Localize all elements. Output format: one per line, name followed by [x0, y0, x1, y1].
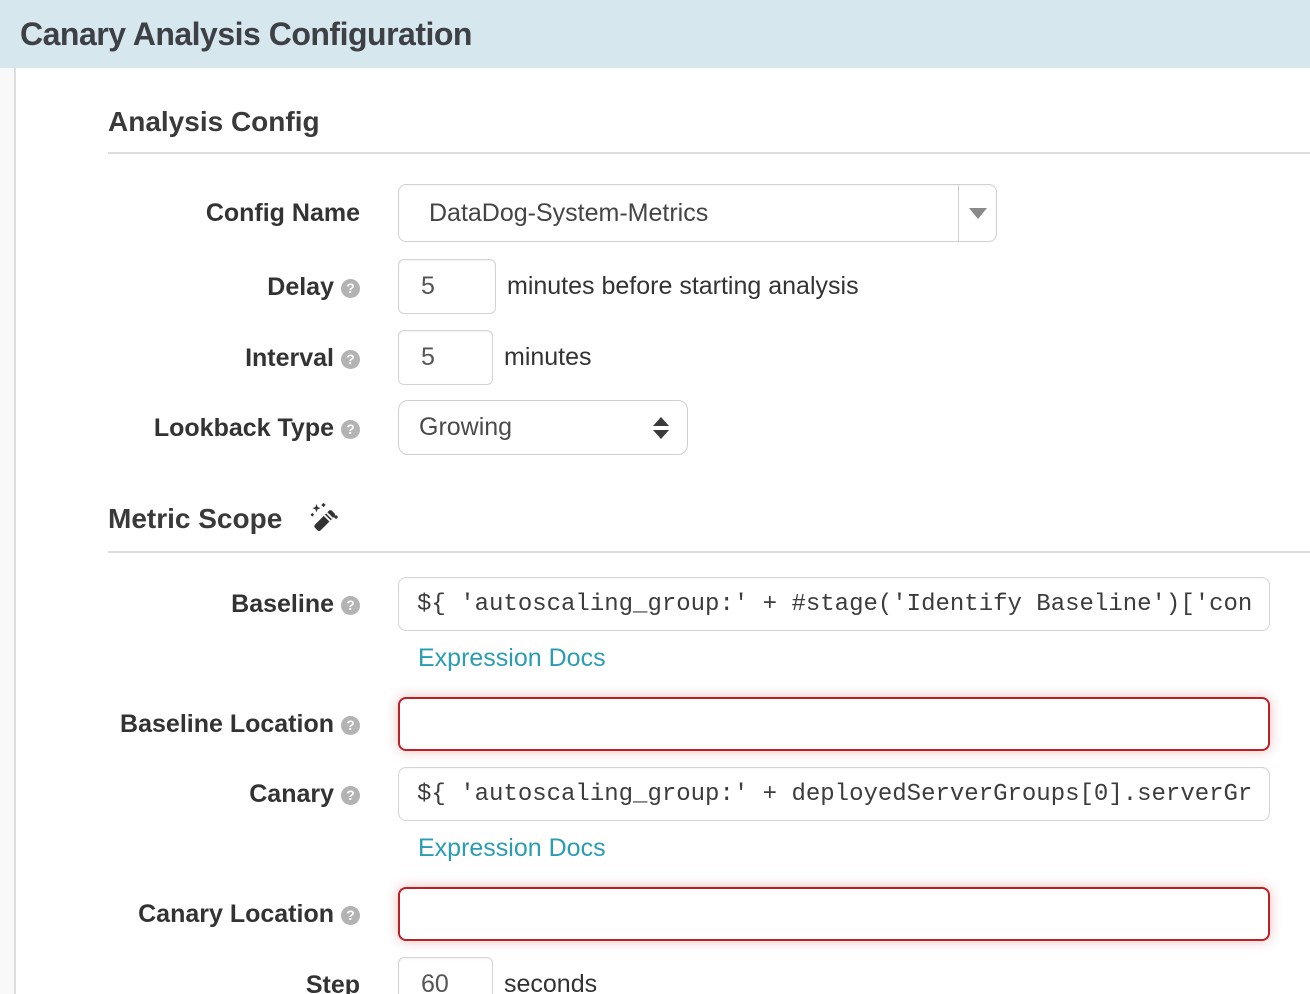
page-title: Canary Analysis Configuration — [20, 16, 472, 53]
section-title-metric-scope: Metric Scope — [108, 501, 1310, 537]
section-title-analysis-config: Analysis Config — [108, 106, 1310, 138]
canary-location-row: Canary Location? — [18, 887, 1310, 941]
dropdown-caret-icon[interactable] — [958, 185, 996, 241]
step-label: Step — [18, 970, 360, 994]
canary-row: Canary? Expression Docs — [18, 767, 1310, 867]
magic-wand-icon[interactable] — [308, 501, 344, 537]
step-suffix: seconds — [504, 970, 597, 994]
canary-label: Canary? — [18, 767, 360, 809]
analysis-config-heading: Analysis Config — [108, 106, 320, 138]
step-input[interactable] — [398, 957, 493, 994]
interval-input[interactable] — [398, 330, 493, 385]
baseline-location-input[interactable] — [398, 697, 1270, 751]
canary-input[interactable] — [398, 767, 1270, 821]
modal-body: Analysis Config Config Name DataDog-Syst… — [18, 68, 1310, 994]
modal-header: Canary Analysis Configuration — [0, 0, 1310, 68]
delay-label: Delay? — [18, 272, 360, 302]
help-icon[interactable]: ? — [341, 596, 360, 615]
baseline-label: Baseline? — [18, 577, 360, 619]
metric-scope-heading: Metric Scope — [108, 503, 282, 535]
section-divider — [108, 551, 1310, 553]
expression-docs-link[interactable]: Expression Docs — [418, 834, 606, 863]
delay-row: Delay? minutes before starting analysis — [18, 259, 1310, 314]
step-row: Step seconds — [18, 957, 1310, 994]
expression-docs-link[interactable]: Expression Docs — [418, 644, 606, 673]
lookback-type-value: Growing — [419, 413, 653, 442]
help-icon[interactable]: ? — [341, 350, 360, 369]
baseline-row: Baseline? Expression Docs — [18, 577, 1310, 677]
section-divider — [108, 152, 1310, 154]
baseline-input[interactable] — [398, 577, 1270, 631]
interval-label: Interval? — [18, 343, 360, 373]
delay-suffix: minutes before starting analysis — [507, 272, 859, 301]
config-name-select[interactable]: DataDog-System-Metrics — [398, 184, 997, 242]
help-icon[interactable]: ? — [341, 786, 360, 805]
config-name-row: Config Name DataDog-System-Metrics — [18, 184, 1310, 242]
config-name-value: DataDog-System-Metrics — [399, 185, 958, 241]
interval-suffix: minutes — [504, 343, 592, 372]
lookback-type-label: Lookback Type? — [18, 413, 360, 443]
lookback-type-row: Lookback Type? Growing — [18, 400, 1310, 455]
canary-location-label: Canary Location? — [18, 887, 360, 929]
interval-row: Interval? minutes — [18, 330, 1310, 385]
help-icon[interactable]: ? — [341, 906, 360, 925]
select-arrows-icon — [653, 417, 669, 439]
help-icon[interactable]: ? — [341, 279, 360, 298]
config-name-label: Config Name — [18, 198, 360, 228]
modal-left-gutter — [0, 68, 16, 994]
help-icon[interactable]: ? — [341, 716, 360, 735]
lookback-type-select[interactable]: Growing — [398, 400, 688, 455]
baseline-location-row: Baseline Location? — [18, 697, 1310, 751]
delay-input[interactable] — [398, 259, 496, 314]
help-icon[interactable]: ? — [341, 420, 360, 439]
baseline-location-label: Baseline Location? — [18, 697, 360, 739]
canary-location-input[interactable] — [398, 887, 1270, 941]
